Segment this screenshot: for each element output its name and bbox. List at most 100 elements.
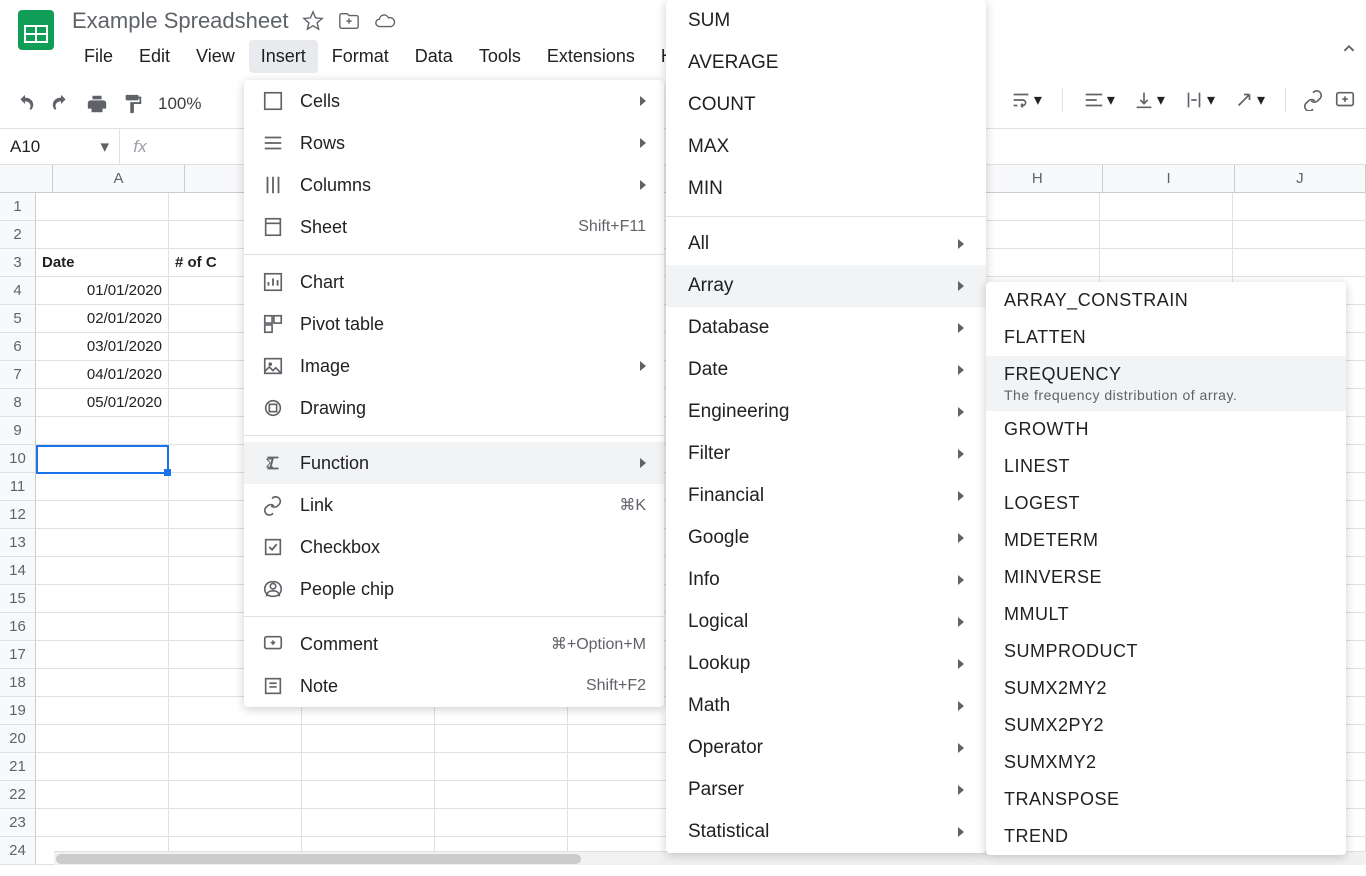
cell[interactable] bbox=[1233, 249, 1366, 277]
function-category-array[interactable]: Array bbox=[666, 265, 986, 307]
array-fn-trend[interactable]: TREND bbox=[986, 818, 1346, 855]
collapse-icon[interactable] bbox=[1338, 38, 1360, 60]
cell[interactable] bbox=[967, 193, 1100, 221]
cell[interactable] bbox=[302, 809, 435, 837]
function-category-lookup[interactable]: Lookup bbox=[666, 643, 986, 685]
cell[interactable] bbox=[36, 221, 169, 249]
dropdown-caret-icon[interactable]: ▾ bbox=[1157, 90, 1165, 110]
column-header[interactable]: I bbox=[1103, 165, 1234, 192]
paint-format-icon[interactable] bbox=[122, 93, 144, 115]
menu-view[interactable]: View bbox=[184, 40, 247, 73]
star-icon[interactable] bbox=[302, 10, 324, 32]
row-header[interactable]: 24 bbox=[0, 837, 36, 865]
cell[interactable] bbox=[36, 613, 169, 641]
row-header[interactable]: 12 bbox=[0, 501, 36, 529]
function-category-all[interactable]: All bbox=[666, 223, 986, 265]
row-header[interactable]: 13 bbox=[0, 529, 36, 557]
insert-function[interactable]: ΣFunction bbox=[244, 442, 664, 484]
cell[interactable] bbox=[302, 725, 435, 753]
cell[interactable]: 01/01/2020 bbox=[36, 277, 169, 305]
cell[interactable] bbox=[302, 753, 435, 781]
function-category-filter[interactable]: Filter bbox=[666, 433, 986, 475]
cell[interactable] bbox=[1100, 193, 1233, 221]
dropdown-caret-icon[interactable]: ▾ bbox=[1207, 90, 1215, 110]
insert-image[interactable]: Image bbox=[244, 345, 664, 387]
row-header[interactable]: 1 bbox=[0, 193, 36, 221]
insert-people-chip[interactable]: People chip bbox=[244, 568, 664, 610]
row-header[interactable]: 10 bbox=[0, 445, 36, 473]
row-header[interactable]: 4 bbox=[0, 277, 36, 305]
cell[interactable] bbox=[967, 249, 1100, 277]
undo-icon[interactable] bbox=[14, 93, 36, 115]
row-header[interactable]: 11 bbox=[0, 473, 36, 501]
cell[interactable] bbox=[1100, 221, 1233, 249]
function-category-logical[interactable]: Logical bbox=[666, 601, 986, 643]
link-icon[interactable] bbox=[1302, 89, 1324, 111]
array-fn-logest[interactable]: LOGEST bbox=[986, 485, 1346, 522]
select-all-corner[interactable] bbox=[0, 165, 53, 192]
menu-file[interactable]: File bbox=[72, 40, 125, 73]
array-fn-linest[interactable]: LINEST bbox=[986, 448, 1346, 485]
document-title[interactable]: Example Spreadsheet bbox=[72, 8, 288, 34]
rotate-icon[interactable] bbox=[1233, 89, 1255, 111]
menu-format[interactable]: Format bbox=[320, 40, 401, 73]
cell[interactable] bbox=[36, 529, 169, 557]
cell[interactable] bbox=[36, 781, 169, 809]
function-category-math[interactable]: Math bbox=[666, 685, 986, 727]
array-fn-array_constrain[interactable]: ARRAY_CONSTRAIN bbox=[986, 282, 1346, 319]
insert-rows[interactable]: Rows bbox=[244, 122, 664, 164]
cell[interactable]: Date bbox=[36, 249, 169, 277]
function-category-database[interactable]: Database bbox=[666, 307, 986, 349]
row-header[interactable]: 8 bbox=[0, 389, 36, 417]
dropdown-caret-icon[interactable]: ▾ bbox=[100, 137, 109, 157]
name-box[interactable]: A10 ▾ bbox=[0, 129, 120, 164]
function-category-financial[interactable]: Financial bbox=[666, 475, 986, 517]
array-fn-frequency[interactable]: FREQUENCYThe frequency distribution of a… bbox=[986, 356, 1346, 411]
cell[interactable] bbox=[36, 473, 169, 501]
cell[interactable] bbox=[36, 697, 169, 725]
insert-link[interactable]: Link⌘K bbox=[244, 484, 664, 526]
function-category-operator[interactable]: Operator bbox=[666, 727, 986, 769]
cell[interactable] bbox=[169, 753, 302, 781]
array-fn-sumproduct[interactable]: SUMPRODUCT bbox=[986, 633, 1346, 670]
insert-checkbox[interactable]: Checkbox bbox=[244, 526, 664, 568]
function-category-parser[interactable]: Parser bbox=[666, 769, 986, 811]
array-fn-sumx2my2[interactable]: SUMX2MY2 bbox=[986, 670, 1346, 707]
dropdown-caret-icon[interactable]: ▾ bbox=[1034, 90, 1042, 110]
row-header[interactable]: 15 bbox=[0, 585, 36, 613]
dropdown-caret-icon[interactable]: ▾ bbox=[1257, 90, 1265, 110]
menu-data[interactable]: Data bbox=[403, 40, 465, 73]
cell[interactable]: 05/01/2020 bbox=[36, 389, 169, 417]
function-category-statistical[interactable]: Statistical bbox=[666, 811, 986, 853]
row-header[interactable]: 23 bbox=[0, 809, 36, 837]
cell[interactable] bbox=[169, 725, 302, 753]
cell[interactable] bbox=[36, 193, 169, 221]
menu-tools[interactable]: Tools bbox=[467, 40, 533, 73]
cell[interactable] bbox=[1233, 193, 1366, 221]
row-header[interactable]: 14 bbox=[0, 557, 36, 585]
cell[interactable] bbox=[36, 725, 169, 753]
align-icon[interactable] bbox=[1083, 89, 1105, 111]
function-category-info[interactable]: Info bbox=[666, 559, 986, 601]
cell[interactable] bbox=[435, 753, 568, 781]
cell[interactable] bbox=[1233, 221, 1366, 249]
row-header[interactable]: 6 bbox=[0, 333, 36, 361]
array-fn-mdeterm[interactable]: MDETERM bbox=[986, 522, 1346, 559]
cell[interactable] bbox=[435, 809, 568, 837]
array-fn-sumxmy2[interactable]: SUMXMY2 bbox=[986, 744, 1346, 781]
array-fn-mmult[interactable]: MMULT bbox=[986, 596, 1346, 633]
cell[interactable] bbox=[1100, 249, 1233, 277]
cell[interactable] bbox=[169, 809, 302, 837]
insert-pivot-table[interactable]: Pivot table bbox=[244, 303, 664, 345]
column-header[interactable]: J bbox=[1235, 165, 1366, 192]
row-header[interactable]: 7 bbox=[0, 361, 36, 389]
insert-comment[interactable]: Comment⌘+Option+M bbox=[244, 623, 664, 665]
cell[interactable] bbox=[435, 781, 568, 809]
function-category-engineering[interactable]: Engineering bbox=[666, 391, 986, 433]
menu-edit[interactable]: Edit bbox=[127, 40, 182, 73]
column-header[interactable]: A bbox=[53, 165, 184, 192]
cell[interactable] bbox=[302, 781, 435, 809]
cell[interactable] bbox=[967, 221, 1100, 249]
column-header[interactable]: H bbox=[972, 165, 1103, 192]
array-fn-minverse[interactable]: MINVERSE bbox=[986, 559, 1346, 596]
